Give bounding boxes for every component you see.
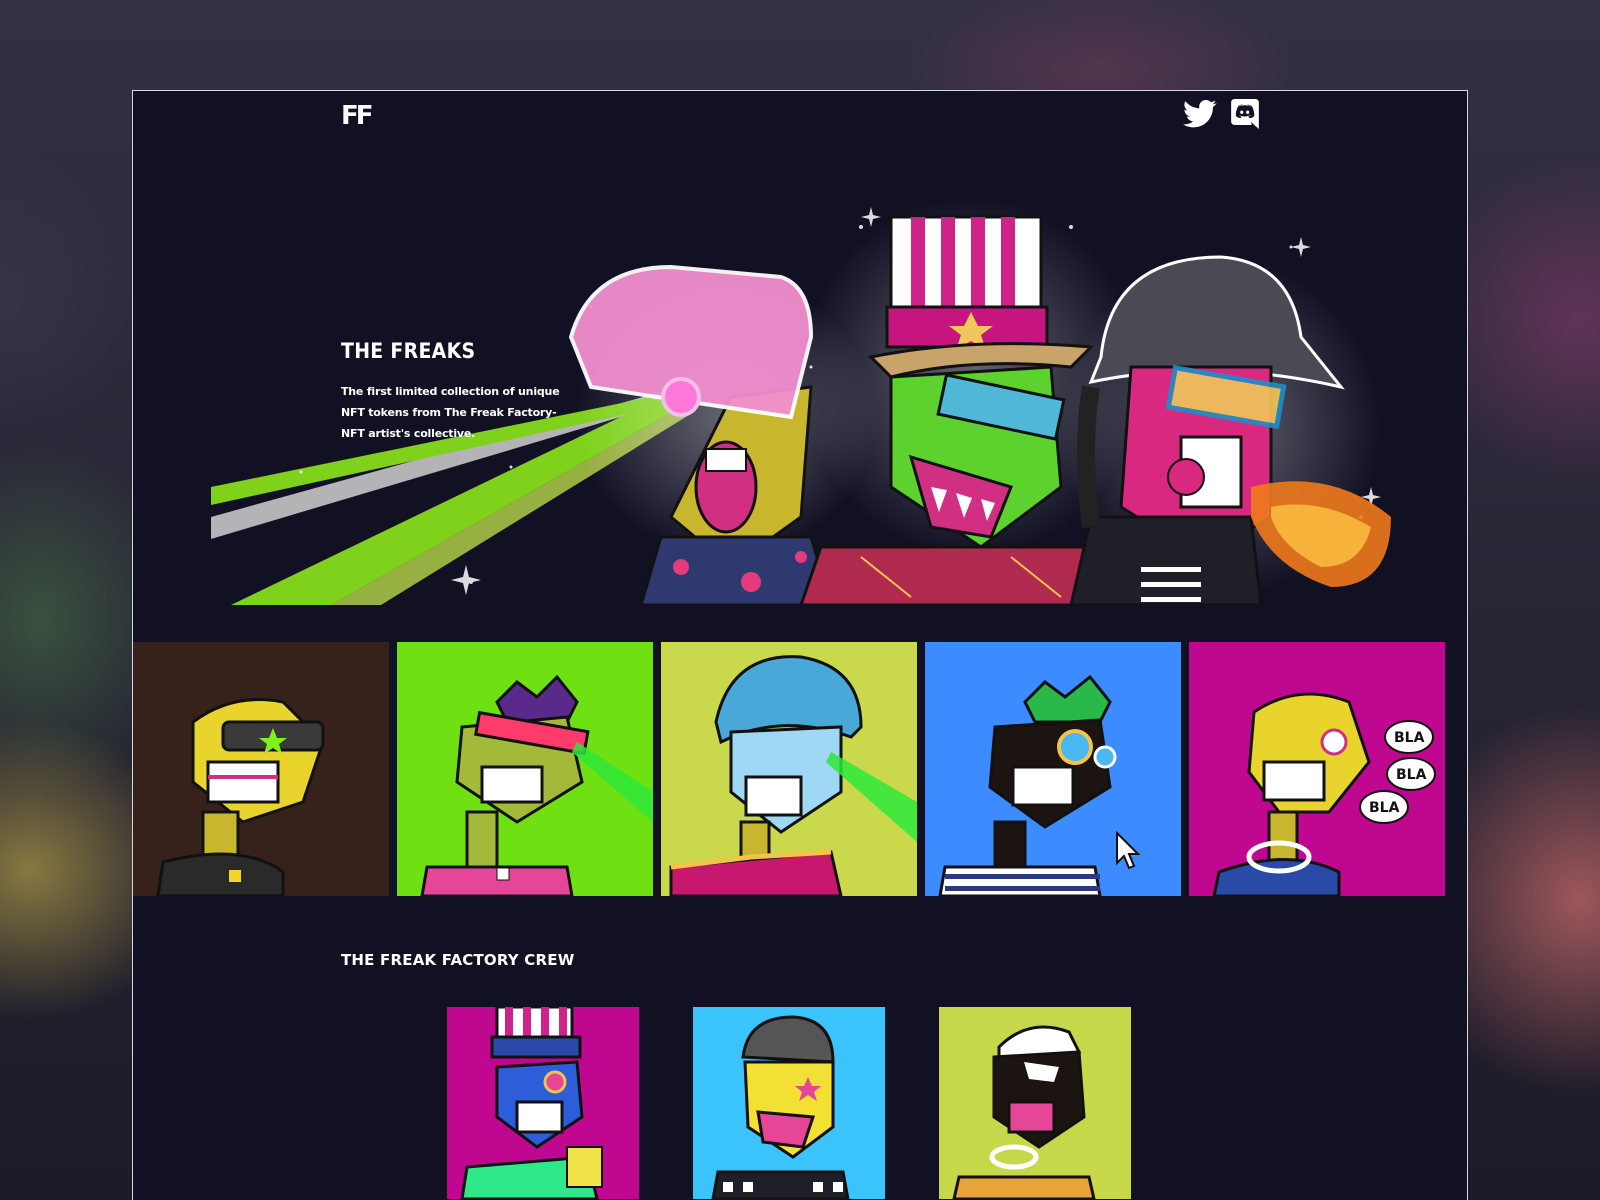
freak-tile[interactable] [661,642,917,896]
freak-tile[interactable] [925,642,1181,896]
bla-text: BLA [1394,730,1425,746]
site-logo[interactable]: FF [341,101,373,131]
crew-card[interactable] [939,1007,1131,1199]
bla-text: BLA [1396,767,1427,783]
freak-tile[interactable]: BLA BLA BLA [1189,642,1445,896]
freak-avatar-4 [938,674,1117,896]
crew-card[interactable] [693,1007,885,1199]
hero-title: THE FREAKS [341,339,476,363]
freak-tile[interactable] [133,642,389,896]
freak-avatar-3 [669,655,917,896]
freak-avatar-2 [420,674,653,896]
bla-text: BLA [1369,800,1400,816]
crew-avatar-2 [711,1015,850,1199]
crew-section-title: THE FREAK FACTORY CREW [341,951,575,969]
twitter-link[interactable] [1183,99,1217,129]
crew-avatar-1 [460,1007,603,1199]
mouse-pointer-icon [1115,830,1141,876]
crew-avatar-3 [952,1025,1096,1199]
site-frame: FF THE FREAKS The first limited collecti… [132,90,1468,1200]
freak-avatar-1 [156,698,325,896]
crew-card[interactable] [447,1007,639,1199]
top-nav: FF [133,91,1467,151]
freak-avatar-5: BLA BLA BLA [1212,692,1436,896]
discord-link[interactable] [1231,99,1259,129]
freaks-gallery: BLA BLA BLA [133,642,1467,896]
hero-description: The first limited collection of unique N… [341,385,560,440]
freak-tile[interactable] [397,642,653,896]
discord-icon [1231,99,1259,129]
twitter-icon [1183,99,1217,128]
